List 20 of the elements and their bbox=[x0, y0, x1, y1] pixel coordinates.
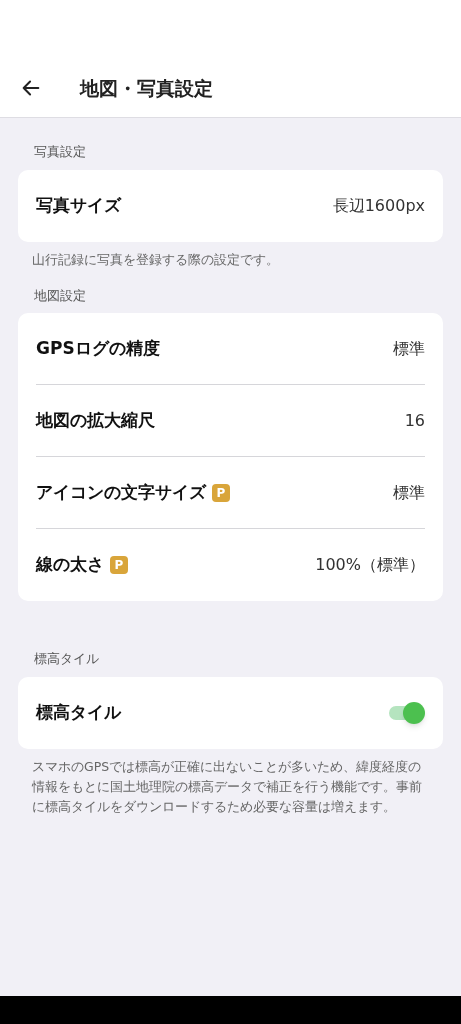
setting-label: 標高タイル bbox=[36, 700, 121, 724]
setting-value[interactable]: 100%（標準） bbox=[315, 553, 425, 577]
setting-label: GPSログの精度 bbox=[36, 336, 160, 360]
section-note: 山行記録に写真を登録する際の設定です。 bbox=[31, 250, 280, 269]
setting-label: 地図の拡大縮尺 bbox=[36, 408, 155, 432]
setting-label: 写真サイズ bbox=[36, 193, 121, 217]
setting-value[interactable]: 長辺1600px bbox=[332, 193, 425, 218]
section-header: 地図設定 bbox=[33, 286, 87, 305]
setting-value[interactable]: 16 bbox=[404, 408, 425, 433]
section-header: 写真設定 bbox=[33, 143, 87, 161]
premium-badge: P bbox=[212, 483, 230, 502]
setting-value[interactable]: 標準 bbox=[393, 336, 425, 361]
setting-label: アイコンの文字サイズ bbox=[36, 480, 206, 504]
premium-badge: P bbox=[110, 556, 128, 574]
setting-value[interactable]: 標準 bbox=[393, 480, 425, 505]
page-title: 地図・写真設定 bbox=[80, 75, 213, 101]
section-note: スマホのGPSでは標高が正確に出ないことが多いため、緯度経度の情報をもとに国土地理院の標高データで補正を行う機能です。事前に標高タイルをダウンロードするため必要な容量は増えます。 bbox=[31, 757, 423, 816]
toggle-switch[interactable] bbox=[387, 701, 425, 724]
setting-label: 線の太さ bbox=[36, 553, 104, 577]
section-header: 標高タイル bbox=[33, 650, 100, 668]
